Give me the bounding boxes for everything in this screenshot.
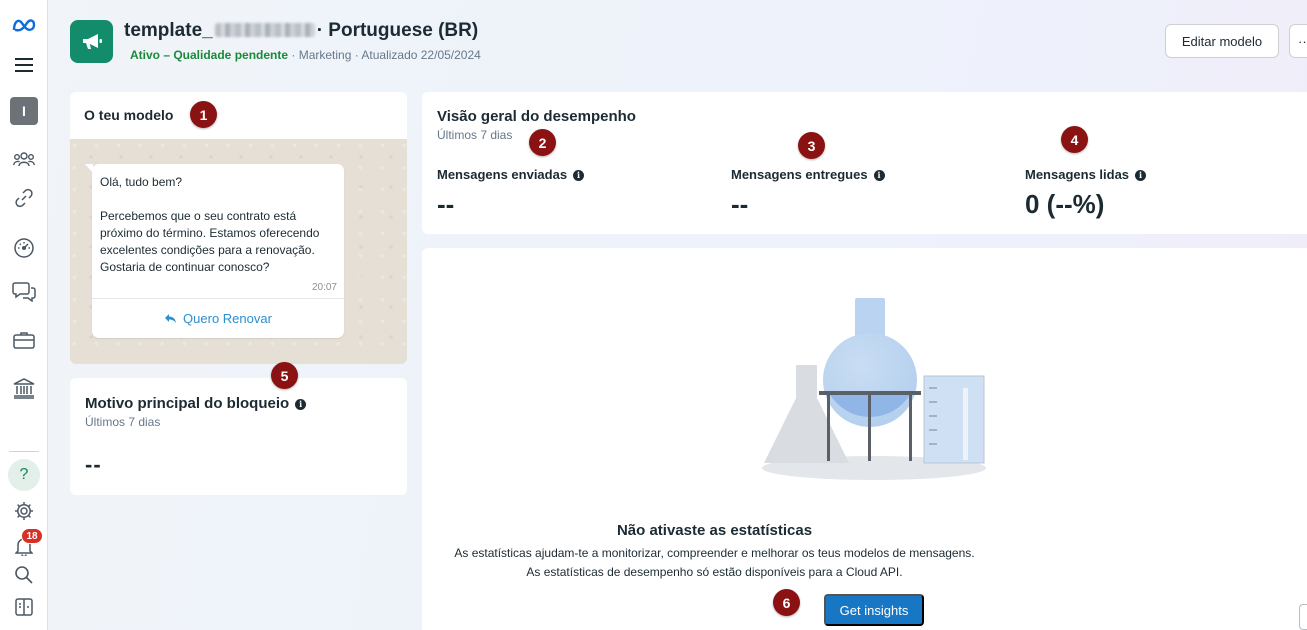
rail-divider [9, 451, 39, 452]
info-icon[interactable]: i [295, 399, 307, 410]
metric-sent-label-text: Mensagens enviadas [437, 167, 568, 182]
block-reason-subtitle: Últimos 7 dias [85, 415, 161, 429]
info-icon[interactable]: i [873, 170, 885, 181]
avatar-letter: I [22, 103, 26, 119]
megaphone-icon [70, 20, 113, 63]
edit-template-button[interactable]: Editar modelo [1165, 24, 1279, 58]
message-time: 20:07 [311, 282, 337, 293]
metric-delivered-label: Mensagens entregues i [731, 167, 885, 182]
panel-icon[interactable] [9, 592, 39, 622]
left-nav-rail: I ? 18 [0, 0, 48, 630]
more-options-glyph: ··· [1298, 33, 1307, 49]
metric-delivered-label-text: Mensagens entregues [731, 167, 868, 182]
metric-sent-value: -- [437, 189, 455, 219]
gauge-icon[interactable] [9, 233, 39, 263]
link-icon[interactable] [9, 183, 39, 213]
metric-read-label-text: Mensagens lidas [1025, 167, 1130, 182]
title-suffix: · Portuguese (BR) [316, 20, 479, 41]
title-prefix: template_ [124, 20, 213, 41]
people-icon[interactable] [9, 144, 39, 174]
block-reason-title-text: Motivo principal do bloqueio [85, 395, 290, 412]
meta-logo-icon[interactable] [9, 10, 39, 40]
side-panel-tab[interactable] [1299, 604, 1307, 630]
metric-read-value: 0 (--%) [1025, 189, 1105, 219]
metric-delivered-value: -- [731, 189, 749, 219]
reply-icon [165, 314, 177, 323]
quick-reply-label: Quero Renovar [183, 311, 272, 326]
performance-subtitle: Últimos 7 dias [437, 128, 513, 142]
insights-card: Não ativaste as estatísticas As estatíst… [422, 248, 1307, 630]
block-reason-title: Motivo principal do bloqueio i [85, 395, 307, 412]
more-options-button[interactable]: ··· [1289, 24, 1307, 58]
insights-description: As estatísticas ajudam-te a monitorizar,… [454, 546, 975, 579]
preview-card-title: O teu modelo [84, 107, 174, 123]
redacted-name [214, 23, 315, 37]
get-insights-button[interactable]: Get insights [824, 594, 924, 626]
metric-sent-label: Mensagens enviadas i [437, 167, 585, 182]
notification-count-badge: 18 [21, 528, 43, 544]
meta-text: · Marketing · Atualizado 22/05/2024 [288, 48, 481, 62]
account-avatar[interactable]: I [10, 97, 38, 125]
quick-reply-button[interactable]: Quero Renovar [92, 299, 344, 338]
annotation-marker-3: 3 [798, 132, 825, 159]
lab-flask-illustration [762, 298, 986, 480]
message-bubble: Olá, tudo bem? Percebemos que o seu cont… [85, 164, 344, 338]
annotation-marker-4: 4 [1061, 126, 1088, 153]
annotation-marker-6: 6 [773, 589, 800, 616]
block-reason-value: -- [85, 452, 102, 477]
message-text: Olá, tudo bem? Percebemos que o seu cont… [100, 175, 320, 274]
search-icon[interactable] [9, 560, 39, 590]
briefcase-icon[interactable] [9, 325, 39, 355]
help-icon[interactable]: ? [8, 459, 40, 491]
template-preview-card: O teu modelo Olá, tudo bem? Percebemos q… [70, 92, 407, 364]
status-badge: Ativo – Qualidade pendente [130, 48, 289, 62]
page-title: template_ · Portuguese (BR) [124, 20, 478, 42]
performance-title: Visão geral do desempenho [437, 108, 636, 125]
info-icon[interactable]: i [573, 170, 585, 181]
menu-icon[interactable] [9, 50, 39, 80]
annotation-marker-5: 5 [271, 362, 298, 389]
bank-icon[interactable] [9, 373, 39, 403]
metric-read-label: Mensagens lidas i [1025, 167, 1147, 182]
annotation-marker-2: 2 [529, 129, 556, 156]
template-meta: Ativo – Qualidade pendente · Marketing ·… [130, 48, 481, 62]
annotation-marker-1: 1 [190, 101, 217, 128]
block-reason-card: Motivo principal do bloqueio i Últimos 7 … [70, 378, 407, 495]
performance-overview-card: Visão geral do desempenho Últimos 7 dias… [422, 92, 1307, 234]
chat-icon[interactable] [9, 276, 39, 306]
info-icon[interactable]: i [1135, 170, 1147, 181]
settings-icon[interactable] [9, 496, 39, 526]
insights-title: Não ativaste as estatísticas [616, 522, 813, 539]
help-glyph: ? [19, 466, 29, 483]
